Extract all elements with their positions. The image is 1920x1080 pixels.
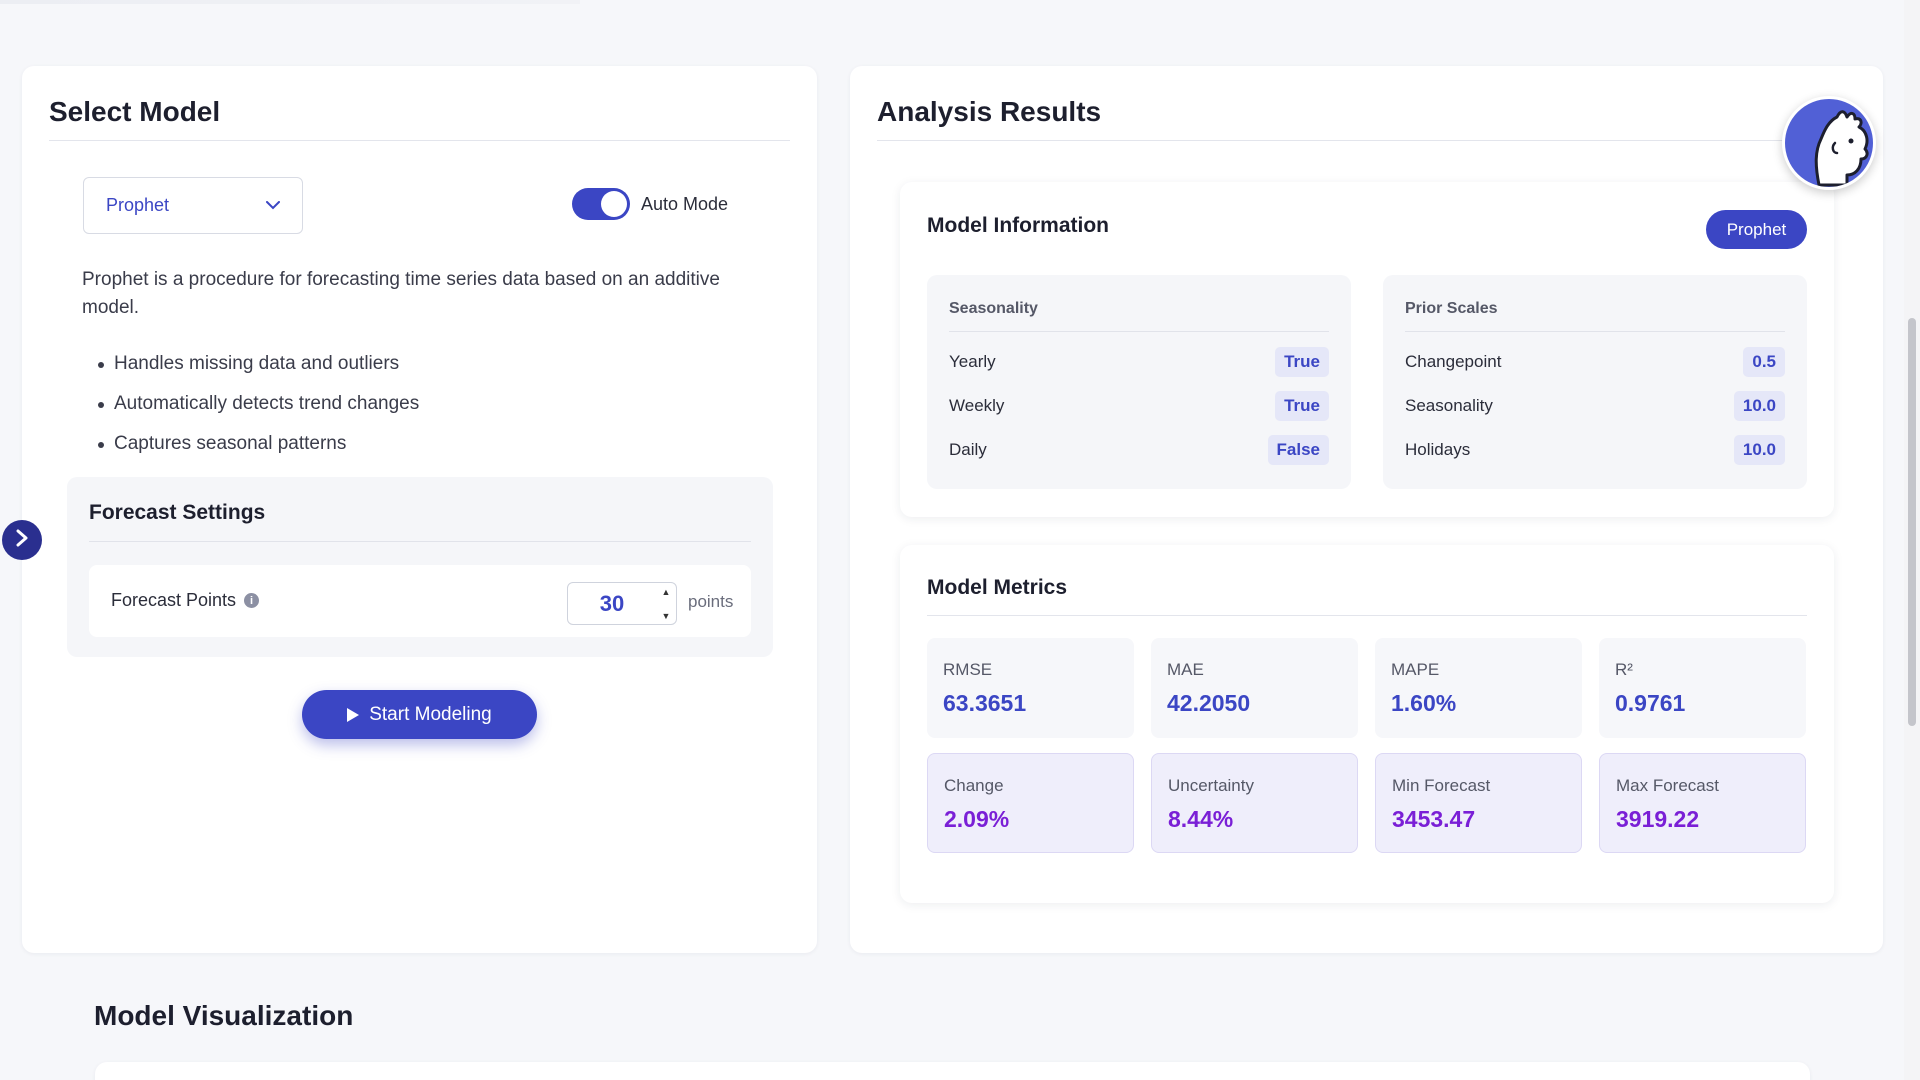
metric-value: 0.9761 — [1615, 690, 1686, 716]
model-visualization-title: Model Visualization — [94, 1000, 354, 1031]
number-spinner[interactable]: ▲ ▼ — [659, 587, 673, 621]
prior-scale-value: 10.0 — [1733, 435, 1785, 465]
seasonality-row: Yearly True — [949, 347, 1329, 377]
forecast-points-label: Forecast Points — [111, 590, 237, 610]
seasonality-key: Daily — [949, 440, 987, 459]
forecast-points-label-wrap: Forecast Points i — [111, 590, 260, 611]
chevron-right-icon — [15, 529, 29, 552]
feature-item: Handles missing data and outliers — [97, 344, 419, 384]
select-model-title: Select Model — [49, 96, 221, 127]
model-metrics-card: Model Metrics RMSE 63.3651 MAE 42.2050 M… — [900, 545, 1834, 903]
analysis-results-title: Analysis Results — [877, 96, 1102, 127]
metric-label: Change — [944, 776, 1004, 795]
metric-label: Max Forecast — [1616, 776, 1719, 795]
metric-card-max-forecast: Max Forecast 3919.22 — [1599, 753, 1806, 853]
seasonality-key: Weekly — [949, 396, 1005, 415]
model-description: Prophet is a procedure for forecasting t… — [82, 269, 720, 318]
metric-label: R² — [1615, 660, 1633, 679]
metric-card-min-forecast: Min Forecast 3453.47 — [1375, 753, 1582, 853]
prior-scale-key: Changepoint — [1405, 352, 1502, 371]
seasonality-key: Yearly — [949, 352, 996, 371]
avatar-icon[interactable] — [1782, 96, 1876, 190]
forecast-points-value: 30 — [599, 591, 625, 616]
analysis-results-divider — [877, 140, 1859, 141]
forecast-settings-title: Forecast Settings — [89, 501, 266, 524]
forecast-points-input[interactable]: 30 ▲ ▼ — [567, 582, 677, 625]
metric-card-mae: MAE 42.2050 — [1151, 638, 1358, 738]
feature-item: Captures seasonal patterns — [97, 424, 419, 464]
metric-card-change: Change 2.09% — [927, 753, 1134, 853]
seasonality-box: Seasonality Yearly True Weekly True Dail… — [927, 275, 1351, 489]
prior-scale-row: Seasonality 10.0 — [1405, 391, 1785, 421]
metric-value: 1.60% — [1391, 690, 1457, 716]
prior-scales-heading: Prior Scales — [1405, 300, 1498, 317]
prior-scale-row: Holidays 10.0 — [1405, 435, 1785, 465]
model-metrics-divider — [927, 615, 1807, 616]
start-modeling-button[interactable]: Start Modeling — [302, 690, 537, 739]
spinner-up-icon[interactable]: ▲ — [662, 587, 671, 597]
forecast-settings-panel: Forecast Settings Forecast Points i 30 ▲… — [67, 477, 773, 657]
page-scrollbar[interactable] — [1904, 0, 1920, 1080]
forecast-points-row: Forecast Points i 30 ▲ ▼ points — [89, 565, 751, 637]
forecast-settings-divider — [89, 541, 751, 542]
seasonality-value: True — [1275, 347, 1329, 377]
seasonality-value: True — [1275, 391, 1329, 421]
sidebar-expand-button[interactable] — [2, 520, 42, 560]
model-select[interactable]: Prophet — [83, 177, 303, 234]
model-badge: Prophet — [1706, 210, 1807, 249]
metric-label: MAPE — [1391, 660, 1440, 679]
metric-value: 3453.47 — [1392, 806, 1476, 832]
model-information-title: Model Information — [927, 214, 1109, 237]
seasonality-row: Daily False — [949, 435, 1329, 465]
metric-card-uncertainty: Uncertainty 8.44% — [1151, 753, 1358, 853]
metric-label: Min Forecast — [1392, 776, 1491, 795]
metric-value: 3919.22 — [1616, 806, 1700, 832]
scrollbar-thumb[interactable] — [1908, 318, 1916, 726]
metric-card-r2: R² 0.9761 — [1599, 638, 1806, 738]
prior-scales-divider — [1405, 331, 1785, 332]
metric-value: 8.44% — [1168, 806, 1234, 832]
metric-label: Uncertainty — [1168, 776, 1254, 795]
prior-scales-box: Prior Scales Changepoint 0.5 Seasonality… — [1383, 275, 1807, 489]
prior-scale-row: Changepoint 0.5 — [1405, 347, 1785, 377]
select-model-card: Select Model Prophet Auto Mode Prophet i… — [22, 66, 817, 953]
forecast-points-unit: points — [688, 592, 734, 611]
seasonality-heading: Seasonality — [949, 300, 1038, 317]
metric-value: 63.3651 — [943, 690, 1027, 716]
metric-card-mape: MAPE 1.60% — [1375, 638, 1582, 738]
metric-card-rmse: RMSE 63.3651 — [927, 638, 1134, 738]
metric-label: MAE — [1167, 660, 1204, 679]
model-metrics-title: Model Metrics — [927, 576, 1068, 599]
top-strip — [0, 0, 580, 4]
info-icon[interactable]: i — [244, 593, 260, 608]
seasonality-row: Weekly True — [949, 391, 1329, 421]
metric-label: RMSE — [943, 660, 993, 679]
model-information-card: Model Information Prophet Seasonality Ye… — [900, 182, 1834, 517]
select-model-divider — [49, 140, 790, 141]
play-icon — [347, 707, 360, 722]
prior-scale-key: Seasonality — [1405, 396, 1493, 415]
auto-mode-label: Auto Mode — [641, 193, 729, 214]
auto-mode-control: Auto Mode — [572, 188, 728, 220]
feature-list: Handles missing data and outliers Automa… — [97, 344, 419, 464]
chevron-down-icon — [266, 199, 280, 213]
spinner-down-icon[interactable]: ▼ — [662, 611, 671, 621]
feature-item: Automatically detects trend changes — [97, 384, 419, 424]
model-visualization-card — [95, 1062, 1810, 1080]
seasonality-value: False — [1267, 435, 1329, 465]
prior-scale-value: 10.0 — [1733, 391, 1785, 421]
metric-value: 42.2050 — [1167, 690, 1251, 716]
metric-value: 2.09% — [944, 806, 1010, 832]
prior-scale-key: Holidays — [1405, 440, 1471, 459]
seasonality-divider — [949, 331, 1329, 332]
prior-scale-value: 0.5 — [1743, 347, 1785, 377]
model-select-value: Prophet — [106, 195, 170, 215]
start-modeling-label: Start Modeling — [369, 703, 492, 725]
auto-mode-toggle[interactable] — [572, 188, 630, 220]
